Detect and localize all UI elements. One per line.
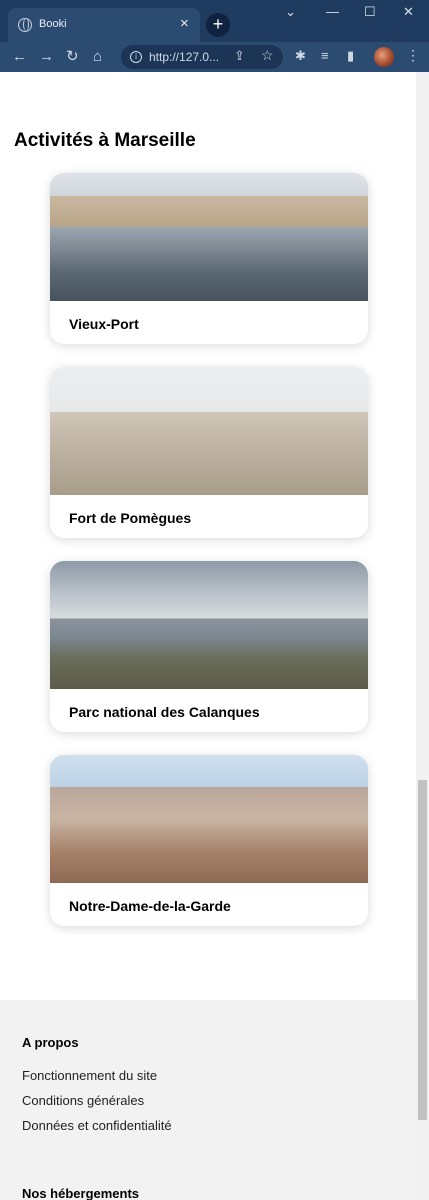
footer-heading-about: A propos [22, 1035, 79, 1050]
reload-icon[interactable]: ↻ [66, 47, 79, 67]
tab-search-icon[interactable]: ⌄ [285, 4, 296, 20]
forward-icon[interactable]: → [39, 47, 54, 67]
address-bar[interactable]: i http://127.0... ⇪ ☆ [121, 45, 283, 69]
star-icon[interactable]: ☆ [261, 47, 274, 64]
activity-label: Fort de Pomègues [69, 510, 192, 526]
activity-label: Notre-Dame-de-la-Garde [69, 898, 231, 914]
activity-card-calanques[interactable]: Parc national des Calanques [50, 561, 368, 732]
section-title: Activités à Marseille [14, 130, 196, 151]
browser-tab[interactable]: Booki × [8, 8, 200, 42]
activity-card-fort-pomegues[interactable]: Fort de Pomègues [50, 367, 368, 538]
profile-avatar[interactable] [374, 47, 394, 67]
back-icon[interactable]: ← [12, 47, 27, 67]
close-window-button[interactable]: ✕ [403, 4, 414, 20]
extensions-icon[interactable]: ✱ [295, 48, 306, 64]
scrollbar-thumb[interactable] [418, 780, 427, 1120]
activity-card-vieux-port[interactable]: Vieux-Port [50, 173, 368, 344]
page-viewport: Activités à Marseille Vieux-Port Fort de… [0, 72, 429, 1200]
footer-link[interactable]: Données et confidentialité [22, 1118, 172, 1133]
calanques-image [50, 561, 368, 689]
info-icon[interactable]: i [130, 51, 142, 63]
notre-dame-image [50, 755, 368, 883]
footer-link[interactable]: Fonctionnement du site [22, 1068, 157, 1083]
vieux-port-image [50, 173, 368, 301]
close-tab-icon[interactable]: × [180, 15, 189, 32]
footer: A propos Fonctionnement du site Conditio… [0, 1000, 416, 1200]
maximize-button[interactable]: ☐ [364, 4, 376, 20]
footer-link[interactable]: Conditions générales [22, 1093, 144, 1108]
footer-heading-lodging: Nos hébergements [22, 1186, 140, 1200]
globe-icon [18, 18, 32, 32]
tab-title: Booki [39, 18, 67, 30]
activity-label: Parc national des Calanques [69, 704, 260, 720]
new-tab-button[interactable]: + [206, 13, 230, 37]
activity-label: Vieux-Port [69, 316, 139, 332]
browser-tab-bar: Booki × + ⌄ — ☐ ✕ [0, 0, 429, 42]
sidepanel-icon[interactable]: ▮ [347, 48, 354, 64]
scrollbar[interactable] [416, 72, 429, 1200]
menu-icon[interactable]: ⋮ [406, 47, 420, 64]
minimize-button[interactable]: — [326, 4, 339, 19]
browser-toolbar: ← → ↻ ⌂ i http://127.0... ⇪ ☆ ✱ ≡ ▮ ⋮ [0, 42, 429, 72]
activity-card-notre-dame[interactable]: Notre-Dame-de-la-Garde [50, 755, 368, 926]
media-icon[interactable]: ≡ [321, 48, 329, 63]
home-icon[interactable]: ⌂ [93, 47, 102, 67]
share-icon[interactable]: ⇪ [234, 48, 245, 64]
url-text: http://127.0... [149, 50, 220, 64]
fort-pomegues-image [50, 367, 368, 495]
